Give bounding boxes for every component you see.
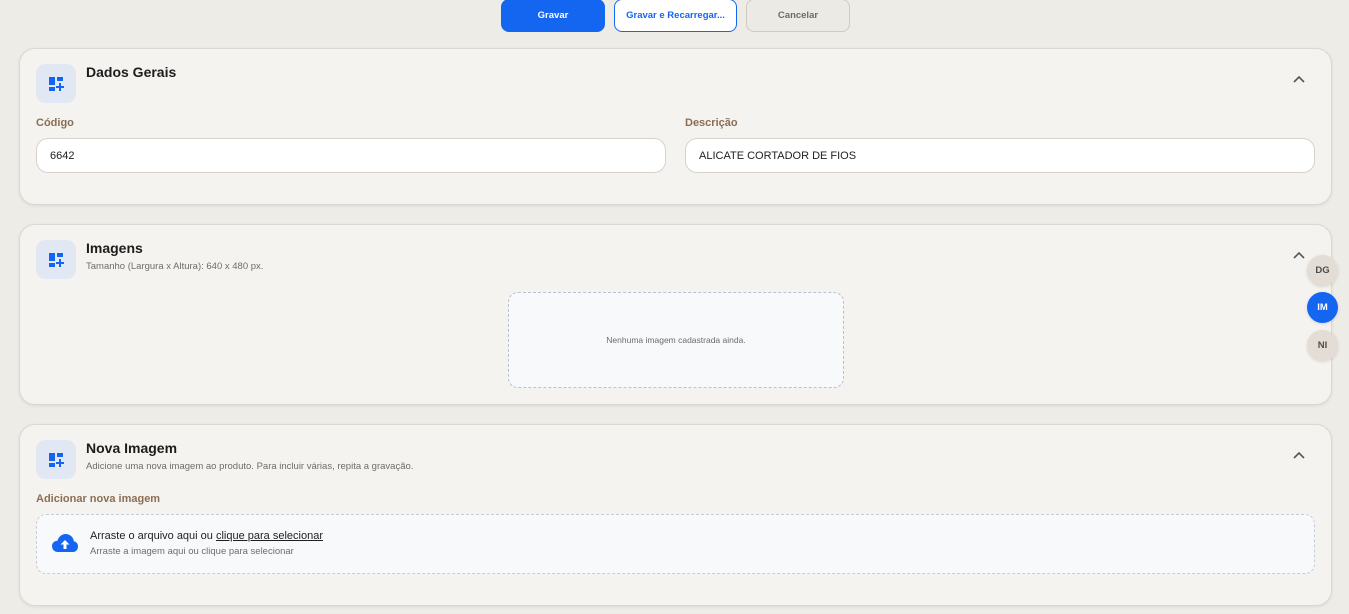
section-title: Dados Gerais: [86, 64, 177, 80]
section-title: Nova Imagem: [86, 440, 178, 456]
section-side-nav: DG IM NI: [1307, 254, 1339, 364]
cloud-upload-icon: [51, 533, 79, 558]
new-image-card: Nova Imagem Adicione uma nova imagem ao …: [19, 424, 1332, 606]
dropzone-instruction: Arraste o arquivo aqui ou: [90, 530, 216, 542]
dropzone-hint: Arraste a imagem aqui ou clique para sel…: [90, 546, 294, 557]
file-dropzone[interactable]: Arraste o arquivo aqui ou clique para se…: [36, 514, 1315, 574]
nav-dot-new-image[interactable]: NI: [1307, 330, 1338, 361]
nav-dot-general-data[interactable]: DG: [1307, 255, 1338, 286]
action-toolbar: Gravar Gravar e Recarregar... Cancelar: [0, 0, 1349, 32]
empty-images-placeholder: Nenhuma imagem cadastrada ainda.: [508, 292, 844, 388]
collapse-chevron-icon[interactable]: [1291, 71, 1307, 87]
collapse-chevron-icon[interactable]: [1291, 447, 1307, 463]
dropzone-text: Arraste o arquivo aqui ou clique para se…: [90, 530, 323, 542]
description-label: Descrição: [685, 117, 738, 129]
dashboard-add-icon: [36, 440, 76, 479]
section-subtitle: Tamanho (Largura x Altura): 640 x 480 px…: [86, 261, 264, 272]
section-subtitle: Adicione uma nova imagem ao produto. Par…: [86, 461, 414, 472]
images-card: Imagens Tamanho (Largura x Altura): 640 …: [19, 224, 1332, 405]
cancel-button[interactable]: Cancelar: [746, 0, 850, 32]
select-file-link[interactable]: clique para selecionar: [216, 530, 323, 542]
collapse-chevron-icon[interactable]: [1291, 247, 1307, 263]
description-input[interactable]: [685, 138, 1315, 173]
save-button[interactable]: Gravar: [501, 0, 605, 32]
dashboard-add-icon: [36, 64, 76, 103]
save-and-reload-button[interactable]: Gravar e Recarregar...: [614, 0, 737, 32]
dashboard-add-icon: [36, 240, 76, 279]
code-input[interactable]: [36, 138, 666, 173]
code-label: Código: [36, 117, 74, 129]
general-data-card: Dados Gerais Código Descrição: [19, 48, 1332, 205]
nav-dot-images[interactable]: IM: [1307, 292, 1338, 323]
section-title: Imagens: [86, 240, 143, 256]
add-image-label: Adicionar nova imagem: [36, 493, 161, 505]
